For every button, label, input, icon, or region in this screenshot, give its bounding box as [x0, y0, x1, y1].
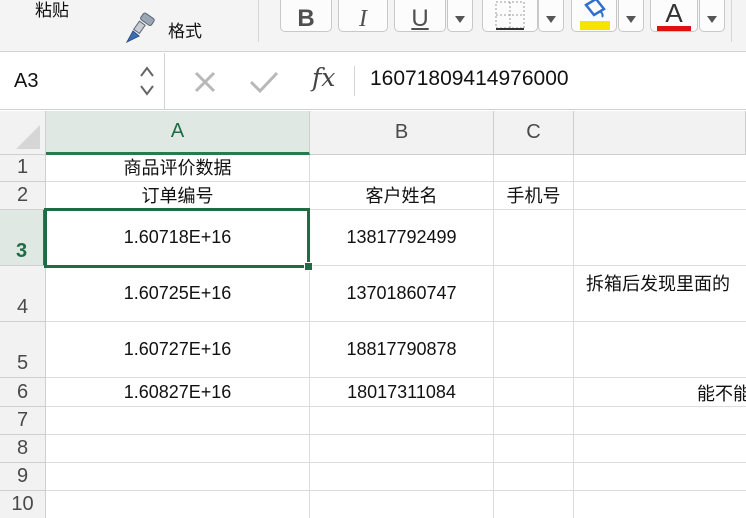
cell-c10[interactable] [494, 491, 574, 518]
cell-b10[interactable] [310, 491, 494, 518]
formula-bar: A3 fx 16071809414976000 [0, 53, 746, 110]
cell-b8[interactable] [310, 435, 494, 463]
underline-button[interactable]: U [394, 0, 446, 32]
fill-handle[interactable] [304, 262, 313, 271]
cell-c1[interactable] [494, 155, 574, 182]
cell-a5[interactable]: 1.60727E+16 [46, 322, 310, 378]
font-color-dropdown[interactable] [699, 0, 725, 32]
format-painter-label[interactable]: 格式 [168, 17, 202, 42]
column-header-c[interactable]: C [494, 111, 574, 155]
active-cell-border [44, 208, 310, 268]
underline-dropdown[interactable] [447, 0, 473, 32]
row-header-8[interactable]: 8 [0, 435, 46, 463]
borders-dropdown[interactable] [538, 0, 564, 32]
chevron-down-icon [626, 15, 636, 23]
row-header-1[interactable]: 1 [0, 155, 46, 182]
column-header-a[interactable]: A [46, 111, 310, 155]
cell-b3[interactable]: 13817792499 [310, 210, 494, 266]
cell-d1[interactable] [574, 155, 746, 182]
italic-button[interactable]: I [338, 0, 388, 32]
highlight-color-swatch [580, 21, 610, 30]
cell-a10[interactable] [46, 491, 310, 518]
ribbon-toolbar: 粘贴 格式 B I U A [0, 0, 746, 52]
paste-button[interactable]: 粘贴 [35, 0, 69, 21]
cell-a1[interactable]: 商品评价数据 [46, 155, 310, 182]
column-header-b[interactable]: B [310, 111, 494, 155]
cell-a9[interactable] [46, 463, 310, 491]
paint-bucket-icon [580, 0, 610, 30]
font-color-button[interactable]: A [650, 0, 698, 32]
cell-d10[interactable] [574, 491, 746, 518]
select-all-corner[interactable] [0, 111, 46, 155]
fill-color-dropdown[interactable] [618, 0, 644, 32]
cell-c4[interactable] [494, 266, 574, 322]
cell-b2[interactable]: 客户姓名 [310, 182, 494, 210]
cell-b5[interactable]: 18817790878 [310, 322, 494, 378]
select-all-icon [16, 125, 40, 149]
chevron-down-icon [707, 15, 717, 23]
confirm-icon[interactable] [248, 69, 280, 95]
name-box[interactable]: A3 [0, 53, 165, 109]
cell-c9[interactable] [494, 463, 574, 491]
spreadsheet-window: 粘贴 格式 B I U A A3 fx 16071809414976000 A … [0, 0, 746, 518]
cell-c5[interactable] [494, 322, 574, 378]
cell-d4-text: 拆箱后发现里面的 [586, 274, 730, 295]
cell-b7[interactable] [310, 407, 494, 435]
underline-icon: U [411, 5, 429, 32]
row-header-4[interactable]: 4 [0, 266, 46, 322]
row-header-5[interactable]: 5 [0, 322, 46, 378]
row-header-9[interactable]: 9 [0, 463, 46, 491]
row-header-7[interactable]: 7 [0, 407, 46, 435]
cell-d2[interactable] [574, 182, 746, 210]
name-box-stepper-icon[interactable] [138, 63, 156, 99]
cell-a7[interactable] [46, 407, 310, 435]
ribbon-divider [258, 0, 259, 42]
borders-button[interactable] [482, 0, 538, 32]
cell-reference[interactable]: A3 [14, 70, 38, 93]
cell-d4[interactable]: 拆箱后发现里面的 [574, 266, 746, 322]
cell-c6[interactable] [494, 378, 574, 407]
cell-c2[interactable]: 手机号 [494, 182, 574, 210]
cell-d7[interactable] [574, 407, 746, 435]
cell-a6[interactable]: 1.60827E+16 [46, 378, 310, 407]
cell-a8[interactable] [46, 435, 310, 463]
cell-a4[interactable]: 1.60725E+16 [46, 266, 310, 322]
cell-d3[interactable] [574, 210, 746, 266]
cell-c3[interactable] [494, 210, 574, 266]
cell-d5[interactable] [574, 322, 746, 378]
cell-d8[interactable] [574, 435, 746, 463]
formula-input[interactable]: 16071809414976000 [370, 67, 569, 91]
cell-b1[interactable] [310, 155, 494, 182]
worksheet-grid: A B C 1 商品评价数据 2 订单编号 客户姓名 手机号 3 1.60718… [0, 111, 746, 518]
insert-function-icon[interactable]: fx [312, 63, 335, 92]
cell-c7[interactable] [494, 407, 574, 435]
cell-a2[interactable]: 订单编号 [46, 182, 310, 210]
row-header-3[interactable]: 3 [0, 210, 46, 266]
cell-b4[interactable]: 13701860747 [310, 266, 494, 322]
ribbon-divider [731, 0, 732, 42]
cancel-icon[interactable] [192, 69, 218, 95]
bold-button[interactable]: B [280, 0, 332, 32]
column-header-d[interactable] [574, 111, 746, 155]
chevron-down-icon [455, 15, 465, 23]
cell-b6[interactable]: 18017311084 [310, 378, 494, 407]
row-header-10[interactable]: 10 [0, 491, 46, 518]
font-color-swatch [657, 26, 691, 31]
italic-icon: I [359, 5, 367, 32]
borders-icon [495, 1, 525, 30]
bold-icon: B [297, 5, 315, 32]
format-painter-icon[interactable] [124, 12, 160, 50]
cell-d6[interactable]: 能不能 [574, 378, 746, 407]
cell-b9[interactable] [310, 463, 494, 491]
row-header-6[interactable]: 6 [0, 378, 46, 407]
cell-c8[interactable] [494, 435, 574, 463]
chevron-down-icon [546, 15, 556, 23]
cell-d6-text: 能不能 [697, 384, 746, 405]
formula-bar-divider [354, 66, 355, 96]
row-header-2[interactable]: 2 [0, 182, 46, 210]
font-color-icon: A [665, 0, 683, 28]
cell-d9[interactable] [574, 463, 746, 491]
fill-color-button[interactable] [571, 0, 617, 32]
